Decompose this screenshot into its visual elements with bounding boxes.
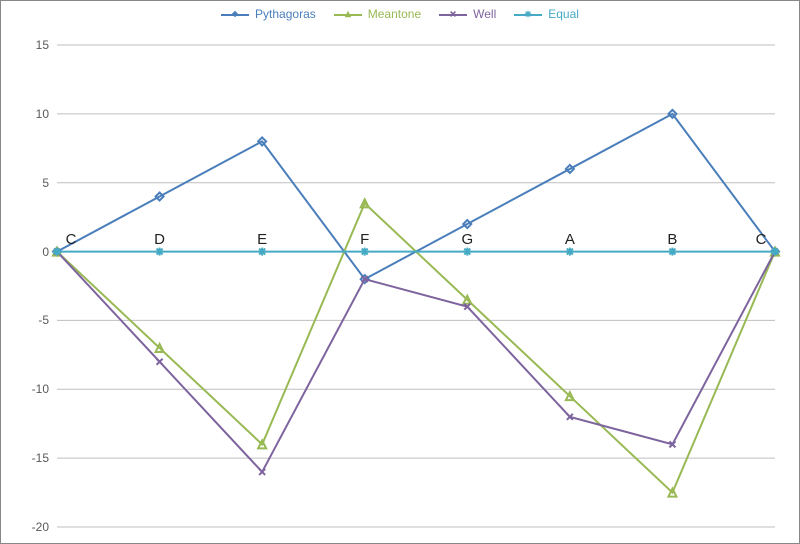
series-line [57,252,775,472]
category-label: G [461,231,473,248]
y-tick-label: -5 [38,313,57,327]
legend-label: Pythagoras [255,7,316,21]
series-marker [566,248,574,256]
y-tick-label: 0 [42,245,57,259]
series-marker [771,248,779,256]
legend: Pythagoras Meantone Well Equal [1,1,799,23]
legend-label: Meantone [368,7,421,21]
y-tick-label: -10 [32,382,57,396]
category-label: C [66,231,77,248]
legend-swatch [334,8,362,20]
x-icon [449,10,457,18]
category-label: E [257,231,267,248]
triangle-icon [344,10,352,18]
y-tick-label: -20 [32,520,57,534]
legend-item-meantone: Meantone [334,7,421,21]
category-label: C [756,231,767,248]
chart-container: Pythagoras Meantone Well Equal -20 -15 -10… [0,0,800,544]
series-marker [361,248,369,256]
legend-item-pythagoras: Pythagoras [221,7,316,21]
series-marker [156,248,164,256]
series-marker [668,248,676,256]
category-label: B [667,231,677,248]
legend-swatch [439,8,467,20]
diamond-icon [231,10,239,18]
series-marker [258,248,266,256]
y-tick-label: 10 [36,107,57,121]
category-label: A [565,231,575,248]
y-tick-label: 15 [36,38,57,52]
plot-svg [57,45,775,527]
legend-label: Well [473,7,496,21]
category-label: D [154,231,165,248]
legend-swatch [514,8,542,20]
legend-item-well: Well [439,7,496,21]
legend-label: Equal [548,7,579,21]
series-marker [157,359,163,365]
y-tick-label: -15 [32,451,57,465]
legend-item-equal: Equal [514,7,579,21]
category-label: F [360,231,369,248]
y-tick-label: 5 [42,176,57,190]
legend-swatch [221,8,249,20]
plot-area: -20-15-10-5051015CDEFGABC [57,45,775,527]
star-icon [524,10,532,18]
series-marker [463,248,471,256]
